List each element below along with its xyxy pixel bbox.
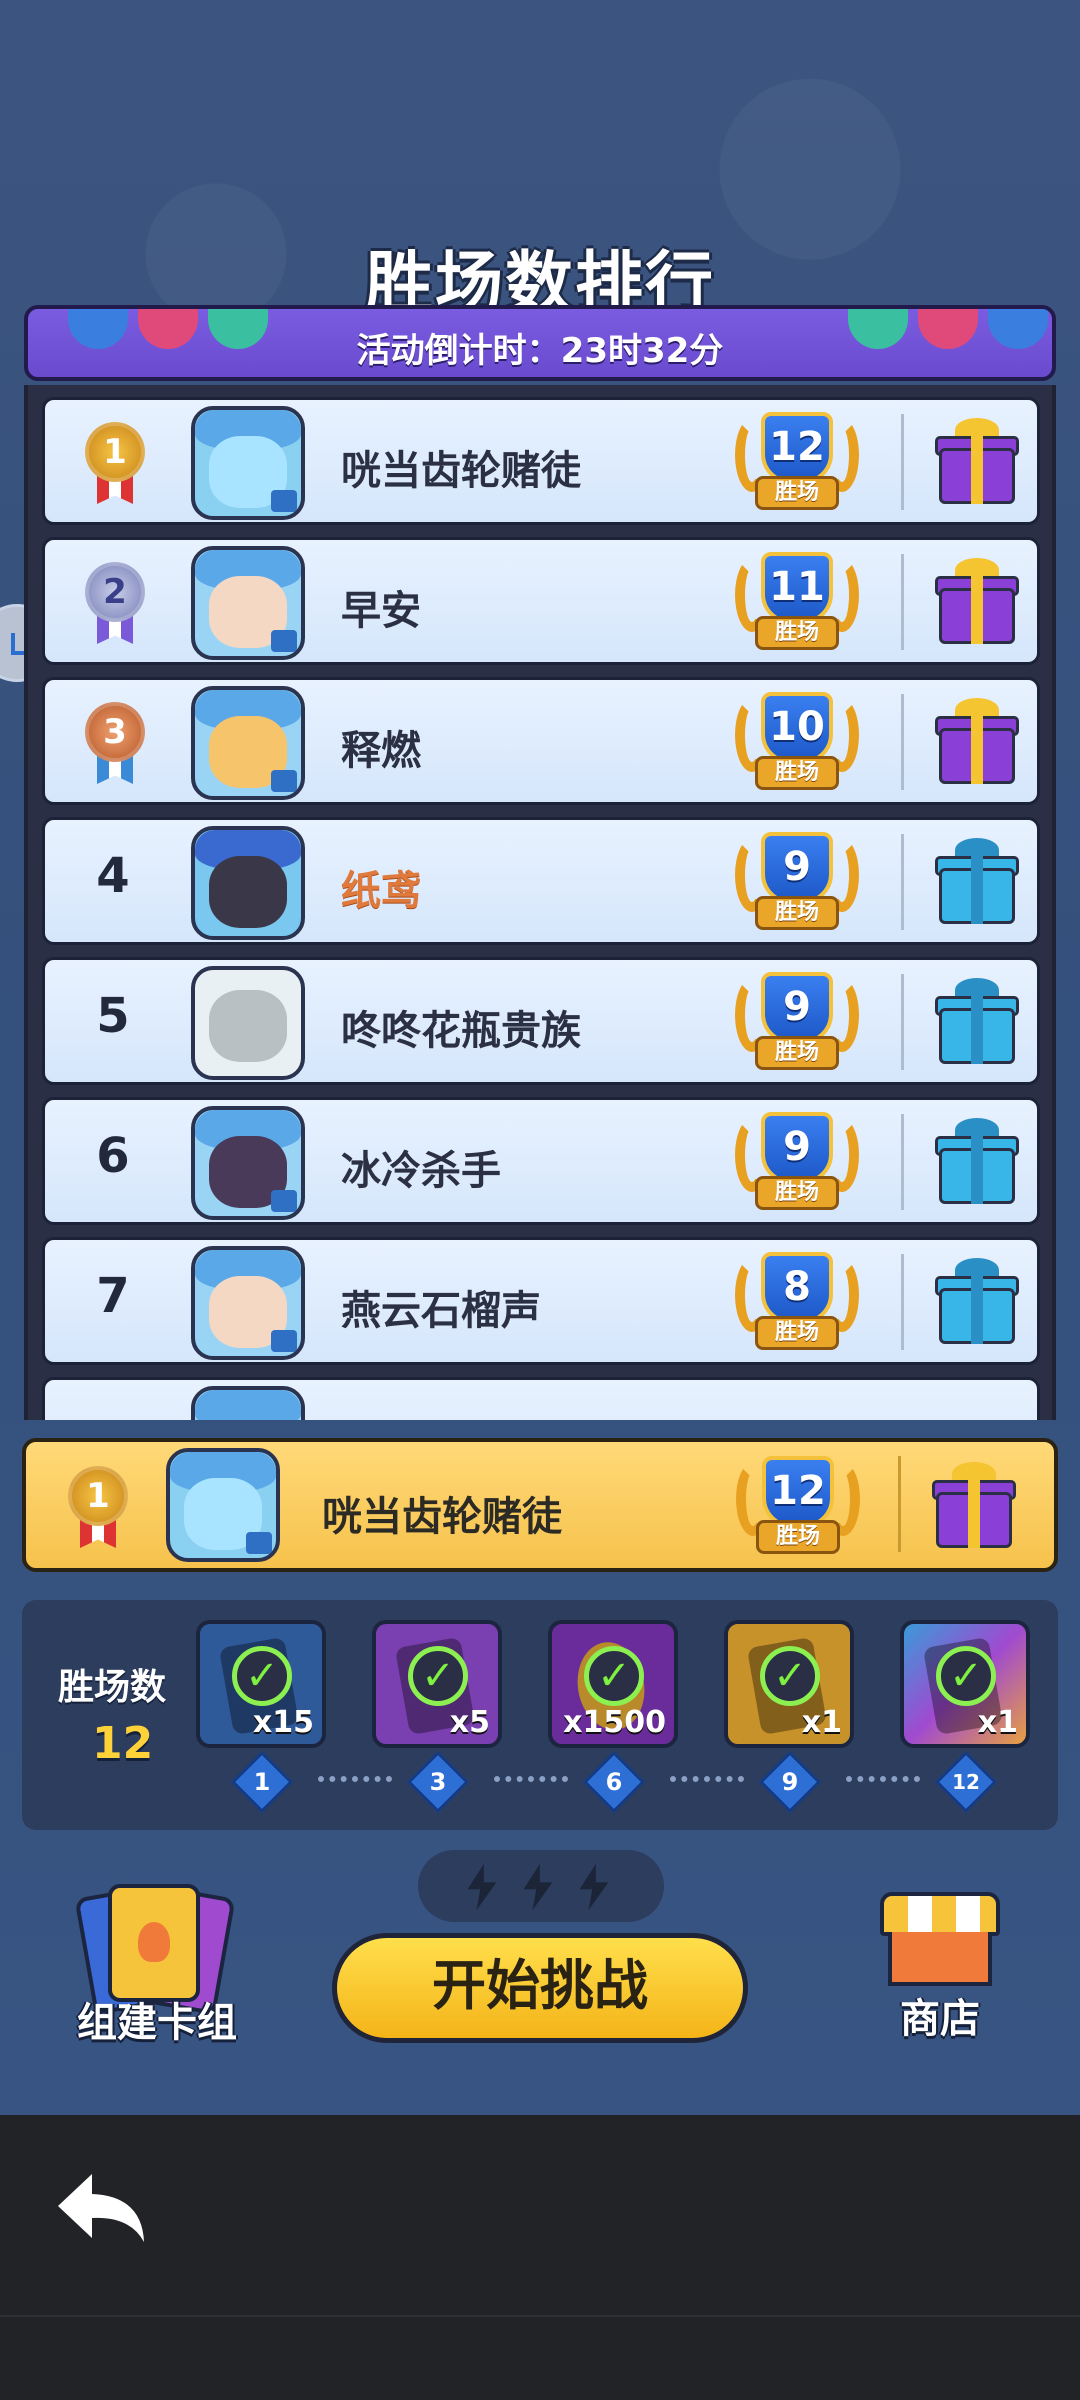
wins-count-value: 12 [92,1718,154,1769]
countdown-banner: 活动倒计时：23时32分 [24,305,1056,381]
build-deck-button[interactable]: 组建卡组 [64,1882,250,2050]
avatar[interactable] [191,406,305,520]
player-name: 咣当齿轮赌徒 [322,1494,562,1540]
check-icon: ✓ [408,1646,468,1706]
wins-badge: 8 胜场 [735,1252,859,1356]
wins-badge: 9 胜场 [735,1112,859,1216]
milestone-marker: 1 [230,1750,294,1814]
my-rank-row[interactable]: 1 咣当齿轮赌徒 12 胜场 [22,1438,1058,1572]
player-name: 冰冷杀手 [341,1148,501,1194]
gold-medal-icon: 1 [79,418,151,508]
gold-medal-icon: 1 [62,1462,134,1552]
energy-indicator [418,1850,664,1922]
gift-icon[interactable] [935,558,1019,646]
laurel-shield-icon: 9 [761,832,833,904]
reward-tile[interactable]: ✓ x15 [196,1620,326,1748]
reward-tile[interactable]: ✓ x1 [724,1620,854,1748]
gift-icon[interactable] [935,1258,1019,1346]
milestone-marker: 3 [406,1750,470,1814]
check-icon: ✓ [936,1646,996,1706]
back-arrow-icon[interactable] [52,2168,152,2248]
avatar[interactable] [191,1246,305,1360]
wins-badge: 12 胜场 [735,412,859,516]
deck-icon [108,1884,200,2002]
check-icon: ✓ [760,1646,820,1706]
bolt-icon [579,1864,609,1910]
gift-icon[interactable] [935,1118,1019,1206]
laurel-shield-icon: 10 [761,692,833,764]
laurel-shield-icon: 9 [761,1112,833,1184]
wins-badge: 11 胜场 [735,552,859,656]
player-name: 咚咚花瓶贵族 [341,1008,581,1054]
bolt-icon [467,1864,497,1910]
wins-badge: 10 胜场 [735,692,859,796]
leaderboard-row[interactable]: 3 释燃 10 胜场 [42,677,1040,805]
laurel-shield-icon: 11 [761,552,833,624]
avatar[interactable] [191,686,305,800]
leaderboard-row[interactable]: 7 燕云石榴声 8 胜场 [42,1237,1040,1365]
laurel-shield-icon: 12 [761,412,833,484]
player-name: 纸鸢 [341,868,421,914]
laurel-shield-icon: 9 [761,972,833,1044]
bolt-icon [523,1864,553,1910]
avatar[interactable] [191,966,305,1080]
player-name: 释燃 [341,728,421,774]
laurel-shield-icon: 12 [762,1456,834,1528]
leaderboard-row[interactable]: 5 咚咚花瓶贵族 9 胜场 [42,957,1040,1085]
leaderboard-row[interactable]: 1 咣当齿轮赌徒 12 胜场 [42,397,1040,525]
wins-badge: 9 胜场 [735,972,859,1076]
start-challenge-button[interactable]: 开始挑战 [332,1933,748,2043]
check-icon: ✓ [232,1646,292,1706]
reward-tile[interactable]: ✓ x5 [372,1620,502,1748]
player-name: 咣当齿轮赌徒 [341,448,581,494]
leaderboard-list[interactable]: 1 咣当齿轮赌徒 12 胜场 2 早安 11 胜场 3 释燃 10 胜场 4 纸… [24,385,1056,1420]
gift-icon[interactable] [935,978,1019,1066]
player-name: 早安 [341,588,421,634]
shop-icon [880,1892,1000,1936]
rank-number: 6 [96,1128,130,1184]
player-name: 燕云石榴声 [341,1288,541,1334]
avatar[interactable] [191,546,305,660]
reward-tile[interactable]: ✓ x1500 [548,1620,678,1748]
laurel-shield-icon: 8 [761,1252,833,1324]
reward-tile[interactable]: ✓ x1 [900,1620,1030,1748]
avatar[interactable] [191,1386,305,1420]
gift-icon[interactable] [935,698,1019,786]
rank-number: 5 [96,988,130,1044]
leaderboard-row[interactable]: 6 冰冷杀手 9 胜场 [42,1097,1040,1225]
bronze-medal-icon: 3 [79,698,151,788]
countdown-text: 活动倒计时：23时32分 [356,331,724,371]
wins-count-label: 胜场数 [58,1667,167,1708]
wins-badge: 9 胜场 [735,832,859,936]
rank-number: 4 [96,848,130,904]
wins-progress-panel: 胜场数 12 ✓ x15 ✓ x5 ✓ x1500 ✓ x1 ✓ x1 1 3 … [22,1600,1058,1830]
leaderboard-row[interactable] [42,1377,1040,1420]
check-icon: ✓ [584,1646,644,1706]
rank-number: 7 [96,1268,130,1324]
avatar[interactable] [166,1448,280,1562]
avatar[interactable] [191,826,305,940]
leaderboard-row[interactable]: 2 早安 11 胜场 [42,537,1040,665]
leaderboard-row[interactable]: 4 纸鸢 9 胜场 [42,817,1040,945]
gift-icon[interactable] [935,838,1019,926]
shop-button[interactable]: 商店 [866,1892,1014,2052]
wins-badge: 12 胜场 [736,1456,860,1560]
milestone-marker: 6 [582,1750,646,1814]
navigation-bar [0,2115,1080,2400]
milestone-marker: 12 [934,1750,998,1814]
milestone-marker: 9 [758,1750,822,1814]
gift-icon[interactable] [932,1462,1016,1550]
gift-icon[interactable] [935,418,1019,506]
avatar[interactable] [191,1106,305,1220]
silver-medal-icon: 2 [79,558,151,648]
